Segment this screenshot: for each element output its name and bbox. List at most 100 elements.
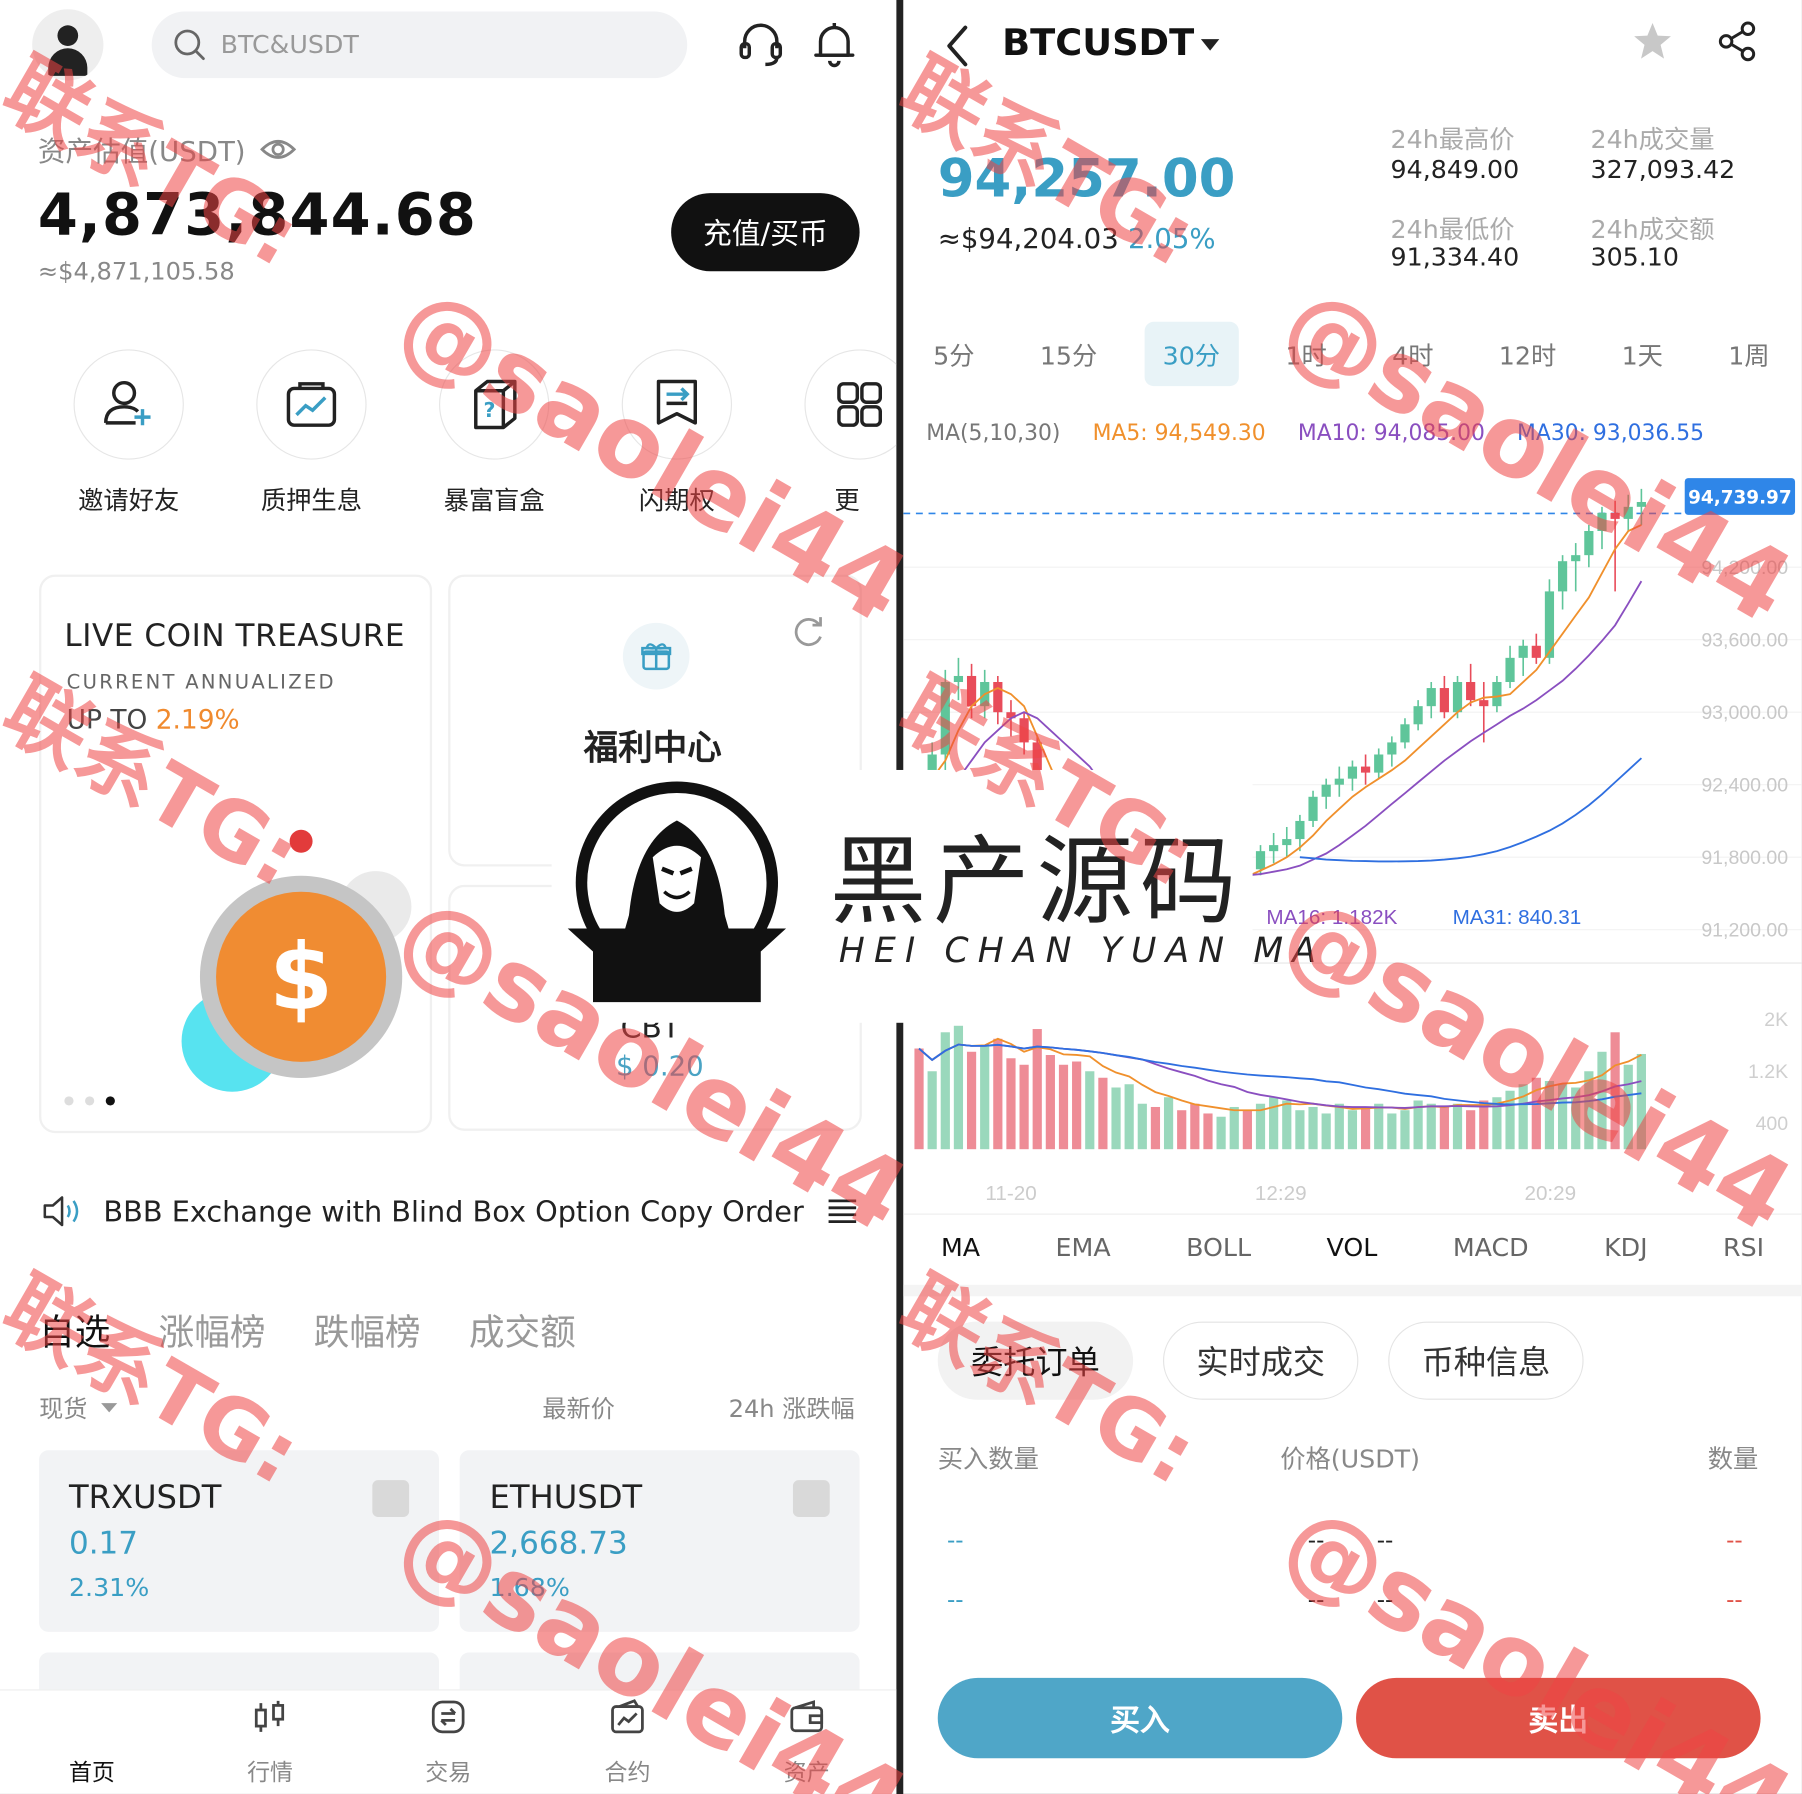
- candle-body: [1413, 706, 1423, 725]
- candle-body: [1360, 766, 1371, 773]
- nav-assets[interactable]: 资产: [749, 1696, 864, 1787]
- volume-bar: [1269, 1097, 1279, 1150]
- eye-toggle-icon[interactable]: [259, 136, 296, 161]
- interval-5m[interactable]: 5分: [915, 322, 993, 386]
- volume-bar: [1308, 1106, 1318, 1150]
- volume-bar: [1203, 1113, 1213, 1150]
- orderbook-cell: --: [1726, 1526, 1743, 1554]
- time-axis-label: 20:29: [1524, 1182, 1576, 1205]
- quick-label: 暴富盲盒: [443, 487, 545, 516]
- indicator-ema[interactable]: EMA: [1056, 1234, 1111, 1263]
- price-axis-label: 93,600.00: [1701, 630, 1788, 652]
- volume-bar: [1321, 1113, 1331, 1150]
- volume-bar: [1374, 1103, 1384, 1150]
- candle-body: [1623, 506, 1633, 519]
- candle-body: [1308, 796, 1318, 821]
- stat-low-value: 91,334.40: [1390, 243, 1520, 273]
- ma16-legend: MA16: 1.182K: [1266, 906, 1397, 929]
- interval-4h[interactable]: 4时: [1374, 322, 1452, 386]
- search-bar[interactable]: BTC&USDT: [151, 11, 688, 79]
- qty-header: 数量: [1707, 1445, 1759, 1475]
- deposit-buy-button[interactable]: 充值/买币: [671, 193, 860, 272]
- favorite-star-icon[interactable]: [1632, 21, 1673, 62]
- candle-body: [1334, 778, 1344, 785]
- buy-button[interactable]: 买入: [937, 1677, 1343, 1759]
- nav-trade[interactable]: 交易: [391, 1696, 506, 1787]
- share-icon[interactable]: [1717, 21, 1758, 62]
- candle-body: [1439, 688, 1449, 713]
- stat-low-label: 24h最低价: [1390, 216, 1515, 245]
- candle-body: [1400, 724, 1410, 743]
- announcement-text: BBB Exchange with Blind Box Option Copy …: [103, 1194, 805, 1228]
- favorite-toggle-icon[interactable]: [372, 1480, 410, 1517]
- user-avatar[interactable]: [32, 9, 104, 81]
- favorite-toggle-icon[interactable]: [792, 1480, 830, 1517]
- interval-1w[interactable]: 1周: [1710, 322, 1788, 386]
- market-tabs: 自选 涨幅榜 跌幅榜 成交额: [39, 1303, 576, 1355]
- candle-body: [1269, 845, 1279, 852]
- quick-staking[interactable]: 质押生息: [242, 349, 380, 517]
- interval-15m[interactable]: 15分: [1021, 322, 1115, 386]
- interval-1d[interactable]: 1天: [1603, 322, 1681, 386]
- orderbook-cell: --: [1376, 1585, 1394, 1614]
- tab-volume[interactable]: 成交额: [469, 1303, 576, 1355]
- spot-filter[interactable]: 现货: [39, 1391, 119, 1425]
- nav-market[interactable]: 行情: [213, 1696, 328, 1787]
- interval-30m[interactable]: 30分: [1144, 321, 1239, 387]
- ma10-value: MA10: 94,085.00: [1297, 420, 1485, 446]
- interval-12h[interactable]: 12时: [1480, 322, 1574, 386]
- indicator-vol[interactable]: VOL: [1327, 1234, 1378, 1263]
- pair-title[interactable]: BTCUSDT: [1002, 21, 1194, 65]
- search-icon: [174, 29, 205, 60]
- orderbook-cell: --: [1307, 1526, 1325, 1554]
- volume-bar: [1584, 1071, 1594, 1150]
- announcement-bar[interactable]: BBB Exchange with Blind Box Option Copy …: [41, 1188, 859, 1234]
- quick-invite-friends[interactable]: 邀请好友: [60, 349, 198, 517]
- sell-button[interactable]: 卖出: [1356, 1677, 1761, 1759]
- volume-bar: [1006, 1058, 1016, 1150]
- nav-home[interactable]: 首页: [34, 1696, 149, 1787]
- tab-recent-trades[interactable]: 实时成交: [1163, 1321, 1359, 1400]
- change-header[interactable]: 24h 涨跌幅: [729, 1391, 855, 1425]
- usd-price: ≈$94,204.03: [937, 222, 1119, 256]
- pair-dropdown-icon[interactable]: [1200, 37, 1221, 53]
- indicator-boll[interactable]: BOLL: [1186, 1234, 1251, 1263]
- refresh-icon[interactable]: [788, 611, 827, 650]
- volume-bar: [1347, 1110, 1358, 1150]
- tab-open-orders[interactable]: 委托订单: [937, 1321, 1134, 1400]
- volume-bar: [1557, 1084, 1568, 1150]
- candle-body: [1557, 561, 1568, 592]
- menu-list-icon[interactable]: [825, 1195, 859, 1227]
- quick-blind-box[interactable]: ? 暴富盲盒: [425, 349, 563, 517]
- back-arrow-icon[interactable]: [942, 23, 972, 69]
- ticker-card[interactable]: TRXUSDT 0.17 2.31%: [39, 1450, 439, 1632]
- indicator-macd[interactable]: MACD: [1453, 1234, 1529, 1263]
- tab-losers[interactable]: 跌幅榜: [314, 1303, 421, 1355]
- indicator-kdj[interactable]: KDJ: [1604, 1234, 1648, 1263]
- volume-bar: [1242, 1110, 1252, 1150]
- tab-gainers[interactable]: 涨幅榜: [159, 1303, 266, 1355]
- volume-bar: [1492, 1097, 1502, 1150]
- indicator-ma[interactable]: MA: [941, 1234, 980, 1263]
- interval-1h[interactable]: 1时: [1267, 322, 1345, 386]
- volume-bar: [1124, 1084, 1134, 1150]
- asset-label-text: 资产估值(USDT): [37, 135, 246, 168]
- candle-body: [1374, 754, 1384, 773]
- tab-coin-info[interactable]: 币种信息: [1388, 1321, 1584, 1400]
- notification-bell-icon[interactable]: [809, 18, 860, 69]
- quick-flash-option[interactable]: 闪期权: [608, 349, 746, 517]
- volume-bar: [1282, 1100, 1292, 1150]
- last-price-header[interactable]: 最新价: [542, 1391, 614, 1425]
- last-price: 94,257.00: [937, 147, 1236, 210]
- cbt-price: $ 0.20: [615, 1050, 704, 1083]
- stat-vol-label: 24h成交量: [1590, 126, 1715, 156]
- ticker-card[interactable]: ETHUSDT 2,668.73 1.68%: [459, 1450, 860, 1632]
- nav-contract[interactable]: 合约: [570, 1696, 685, 1787]
- volume-bar: [1544, 1080, 1555, 1150]
- candle-body: [1295, 820, 1305, 840]
- quick-more[interactable]: 更: [791, 349, 897, 517]
- volume-axis-label: 2K: [1764, 1009, 1788, 1031]
- indicator-rsi[interactable]: RSI: [1723, 1234, 1764, 1263]
- customer-service-icon[interactable]: [735, 18, 786, 69]
- tab-favorites[interactable]: 自选: [39, 1303, 110, 1355]
